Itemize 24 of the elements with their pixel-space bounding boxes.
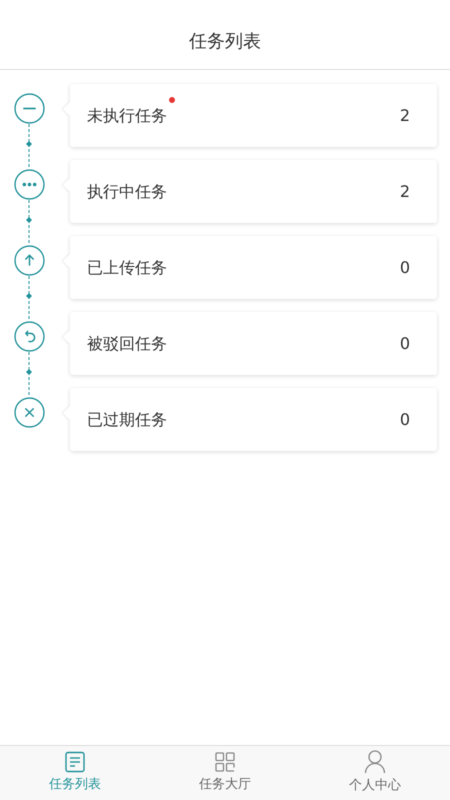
- page-title: 任务列表: [189, 30, 261, 54]
- close-icon: [14, 397, 44, 428]
- person-icon: [364, 750, 386, 774]
- grid-icon: [214, 751, 236, 774]
- minus-icon: [14, 93, 44, 124]
- tab-item[interactable]: 任务大厅: [150, 746, 300, 800]
- undo-icon: [14, 321, 44, 352]
- connector-line: [25, 124, 33, 169]
- task-label: 被驳回任务: [87, 332, 167, 354]
- task-label: 已上传任务: [87, 256, 167, 278]
- tab-item[interactable]: 个人中心: [300, 746, 450, 800]
- connector-line: [25, 200, 33, 245]
- task-count: 2: [400, 104, 410, 126]
- connector-line: [25, 276, 33, 321]
- task-count: 0: [400, 332, 410, 354]
- task-count: 2: [400, 180, 410, 202]
- list-icon: [64, 751, 86, 774]
- task-label: 已过期任务: [87, 408, 167, 430]
- task-label: 未执行任务: [87, 104, 167, 126]
- task-label: 执行中任务: [87, 180, 167, 202]
- task-count: 0: [400, 256, 410, 278]
- connector-line: [25, 352, 33, 397]
- more-icon: [14, 169, 44, 200]
- task-count: 0: [400, 408, 410, 430]
